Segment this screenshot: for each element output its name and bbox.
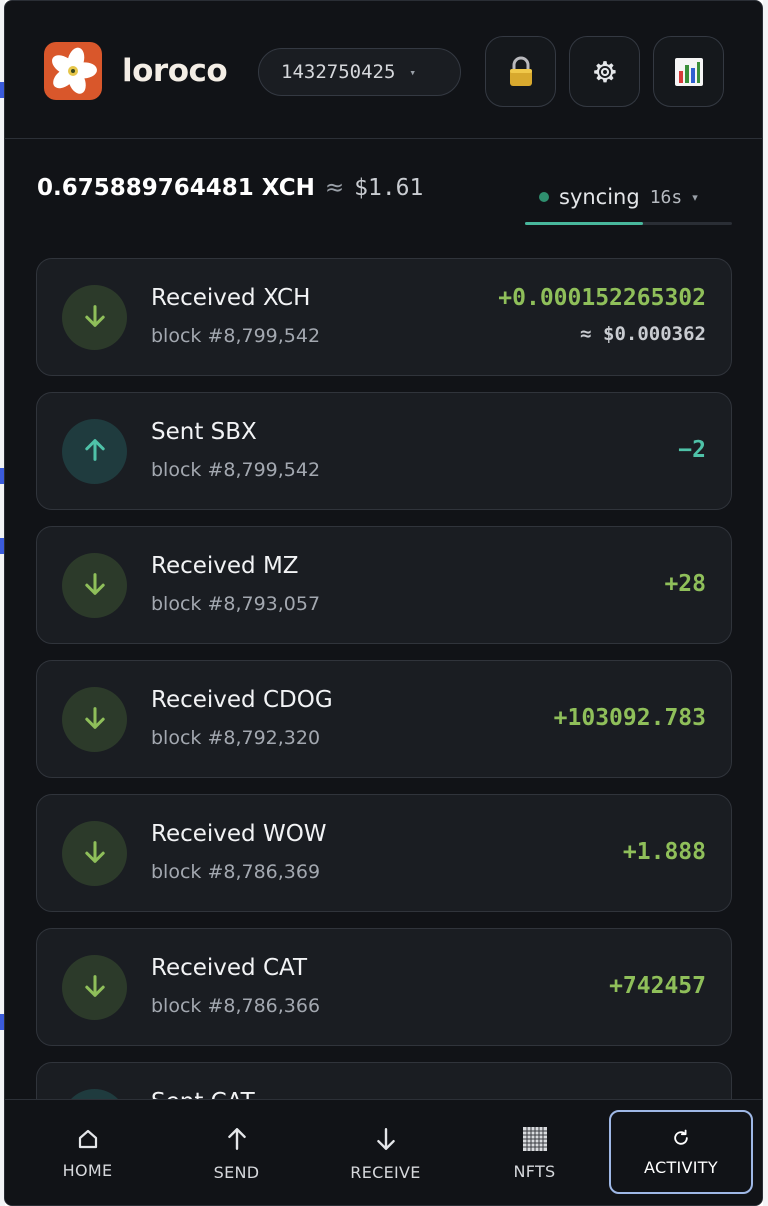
sync-status-dropdown[interactable]: syncing 16s ▾ [525,177,732,217]
account-id: 1432750425 [281,61,396,83]
transaction-title: Sent SBX [151,419,257,445]
transaction-title: Received XCH [151,285,311,311]
transaction-title: Received CDOG [151,687,333,713]
transaction-usd-value: ≈ $0.000362 [580,323,706,345]
nav-receive[interactable]: RECEIVE [311,1100,460,1205]
grid-icon [522,1126,548,1152]
approx-symbol: ≈ [324,175,345,201]
refresh-icon [671,1128,691,1148]
nav-send[interactable]: SEND [162,1100,311,1205]
arrow-down-icon [81,302,109,334]
arrow-down-icon [373,1125,399,1153]
settings-button[interactable] [569,36,640,107]
sync-status-dot [539,192,549,202]
loroco-flower-logo-icon [44,42,102,100]
balance-display: 0.675889764481 XCH ≈ $1.61 [37,175,423,201]
sync-progress-fill [525,222,643,225]
transaction-block: block #8,793,057 [151,593,321,615]
transaction-row[interactable]: Received XCH block #8,799,542 +0.000152265… [36,258,732,376]
transaction-amount: −2 [678,437,706,463]
lock-icon [509,56,532,86]
transaction-row[interactable]: Sent CAT [36,1062,732,1100]
bottom-nav: HOME SEND RECEIVE NFTS ACTIVITY [5,1099,762,1205]
stats-button[interactable] [653,36,724,107]
transaction-row[interactable]: Received WOW block #8,786,369 +1.888 [36,794,732,912]
bar-chart-icon [674,57,703,86]
sync-progress-bar [525,222,732,225]
transaction-amount: +103092.783 [553,705,706,731]
nav-label: ACTIVITY [644,1157,718,1177]
balance-row: 0.675889764481 XCH ≈ $1.61 syncing 16s ▾ [5,139,762,239]
transaction-block: block #8,799,542 [151,325,321,347]
transaction-row[interactable]: Received MZ block #8,793,057 +28 [36,526,732,644]
chevron-down-icon: ▾ [409,65,417,79]
arrow-up-icon [81,436,109,468]
nav-label: SEND [213,1162,260,1182]
transaction-amount: +1.888 [622,839,706,865]
nav-activity[interactable]: ACTIVITY [609,1110,753,1194]
transaction-title: Received WOW [151,821,327,847]
page-edge-right [763,0,768,1206]
balance-amount: 0.675889764481 XCH [37,175,315,201]
transaction-direction-badge [62,553,127,618]
transaction-row[interactable]: Sent SBX block #8,799,542 −2 [36,392,732,510]
activity-list[interactable]: Received XCH block #8,799,542 +0.000152265… [36,258,732,1100]
transaction-amount: +742457 [609,973,706,999]
nav-home[interactable]: HOME [13,1100,162,1205]
nav-label: HOME [62,1160,113,1180]
transaction-title: Received CAT [151,955,308,981]
arrow-down-icon [81,838,109,870]
lock-button[interactable] [485,36,556,107]
chevron-down-icon: ▾ [692,190,698,204]
account-selector[interactable]: 1432750425 ▾ [258,48,461,96]
arrow-down-icon [81,704,109,736]
transaction-title: Received MZ [151,553,299,579]
transaction-block: block #8,786,366 [151,995,321,1017]
home-icon [76,1127,100,1151]
gear-icon [593,60,616,82]
transaction-direction-badge [62,285,127,350]
sync-status-label: syncing [559,185,640,209]
header: loroco 1432750425 ▾ [5,1,762,139]
arrow-up-icon [224,1125,250,1153]
transaction-row[interactable]: Received CAT block #8,786,366 +742457 [36,928,732,1046]
nav-label: RECEIVE [350,1162,421,1182]
transaction-direction-badge [62,419,127,484]
transaction-direction-badge [62,821,127,886]
transaction-block: block #8,792,320 [151,727,321,749]
transaction-direction-badge [62,687,127,752]
nav-nfts[interactable]: NFTS [460,1100,609,1205]
transaction-amount: +28 [664,571,706,597]
brand-name: loroco [122,53,228,89]
wallet-popup: loroco 1432750425 ▾ 0.675889764481 XCH ≈… [4,0,763,1206]
nav-label: NFTS [513,1161,556,1181]
arrow-down-icon [81,570,109,602]
sync-elapsed: 16s [649,186,683,208]
transaction-direction-badge [62,955,127,1020]
transaction-row[interactable]: Received CDOG block #8,792,320 +103092.783 [36,660,732,778]
balance-usd: $1.61 [354,175,424,201]
arrow-down-icon [81,972,109,1004]
transaction-block: block #8,786,369 [151,861,321,883]
transaction-block: block #8,799,542 [151,459,321,481]
transaction-amount: +0.000152265302 [498,285,706,311]
